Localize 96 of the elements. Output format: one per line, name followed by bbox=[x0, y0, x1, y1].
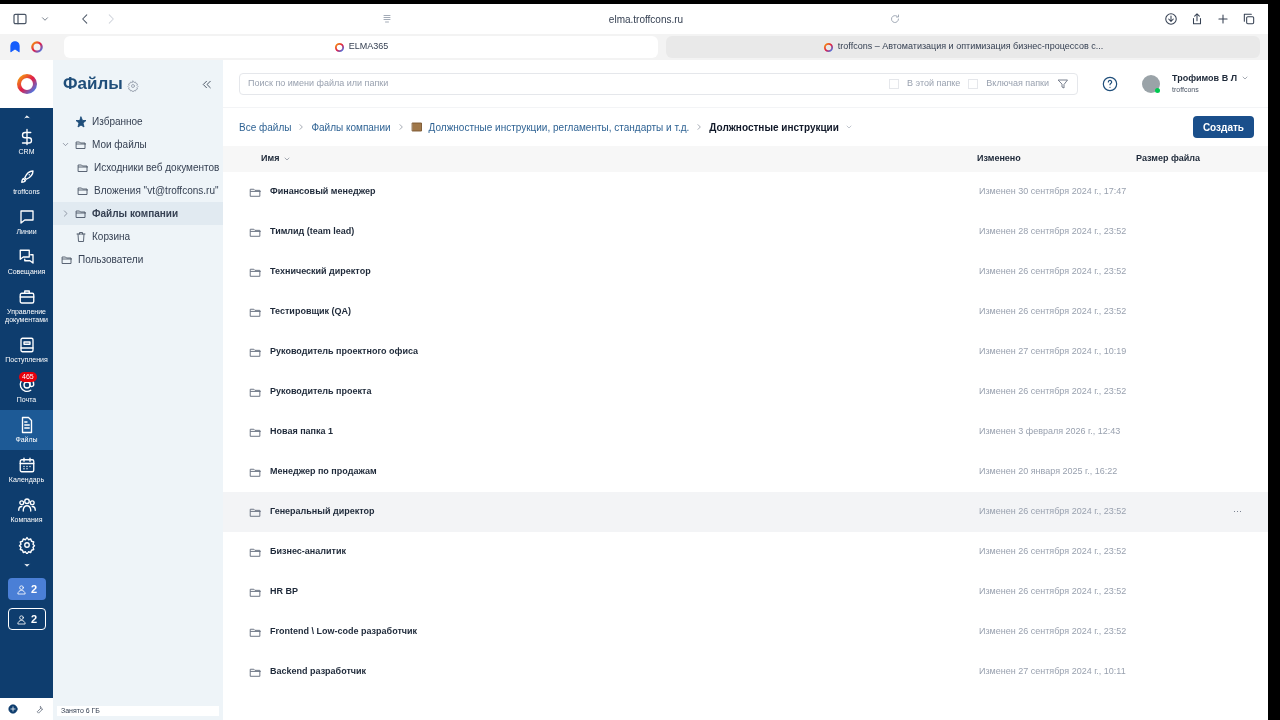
star-icon bbox=[75, 115, 87, 128]
modified-date: Изменен 26 сентября 2024 г., 23:52 bbox=[979, 585, 1127, 599]
avatar[interactable] bbox=[1142, 74, 1160, 93]
tree-item[interactable]: Вложения "vt@troffcons.ru" bbox=[53, 179, 223, 202]
modified-date: Изменен 26 сентября 2024 г., 23:52 bbox=[979, 385, 1127, 399]
logo-icon bbox=[333, 41, 345, 53]
chevron-right-icon bbox=[297, 123, 306, 131]
modified-date: Изменен 26 сентября 2024 г., 23:52 bbox=[979, 505, 1127, 519]
folder-icon bbox=[75, 207, 87, 220]
checkbox-label: В этой папке bbox=[907, 76, 961, 90]
folder-name[interactable]: Руководитель проектного офиса bbox=[270, 345, 419, 359]
share-icon[interactable] bbox=[1190, 12, 1204, 26]
reload-icon[interactable] bbox=[889, 13, 902, 25]
folder-icon bbox=[61, 253, 73, 266]
briefcase-icon bbox=[17, 288, 36, 306]
tree-item[interactable]: Избранное bbox=[53, 110, 223, 133]
modified-date: Изменен 28 сентября 2024 г., 23:52 bbox=[979, 225, 1127, 239]
chats-icon bbox=[17, 248, 36, 266]
settings-icon[interactable] bbox=[126, 80, 139, 92]
add-icon[interactable] bbox=[8, 704, 18, 714]
folder-icon bbox=[77, 161, 89, 174]
sidebar-icon[interactable] bbox=[12, 11, 28, 27]
app-logo-icon[interactable] bbox=[14, 72, 39, 96]
chat-icon bbox=[17, 208, 36, 226]
folder-name[interactable]: Финансовый менеджер bbox=[270, 185, 376, 199]
folder-icon bbox=[75, 138, 87, 151]
folder-name[interactable]: Менеджер по продажам bbox=[270, 465, 377, 479]
reader-icon[interactable] bbox=[380, 13, 393, 25]
folder-name[interactable]: Тестировщик (QA) bbox=[270, 305, 352, 319]
new-tab-icon[interactable] bbox=[1216, 12, 1230, 26]
search-field[interactable]: Поиск по имени файла или папки bbox=[248, 76, 882, 91]
logo-icon bbox=[822, 41, 834, 53]
calendar-icon bbox=[17, 456, 36, 474]
modified-date: Изменен 26 сентября 2024 г., 23:52 bbox=[979, 305, 1127, 319]
user-icon bbox=[15, 583, 27, 595]
browser-tab[interactable]: ELMA365 bbox=[64, 36, 658, 58]
user-icon bbox=[15, 613, 27, 625]
create-button[interactable]: Создать bbox=[1192, 116, 1254, 138]
modified-date: Изменен 30 сентября 2024 г., 17:47 bbox=[979, 185, 1127, 199]
column-header[interactable]: Изменено bbox=[977, 152, 1136, 166]
modified-date: Изменен 20 января 2025 г., 16:22 bbox=[979, 465, 1118, 479]
breadcrumb-link[interactable]: Все файлы bbox=[239, 119, 292, 135]
checkbox[interactable] bbox=[889, 78, 900, 89]
help-icon[interactable] bbox=[1102, 75, 1118, 92]
settings-icon bbox=[17, 536, 36, 554]
filter-icon[interactable] bbox=[1057, 77, 1069, 90]
user-counter-button[interactable]: 2 bbox=[7, 608, 46, 630]
breadcrumb-link[interactable]: Должностные инструкции, регламенты, стандарты и т.д. bbox=[428, 119, 690, 135]
column-header[interactable]: Имя bbox=[261, 152, 280, 166]
tabs-icon[interactable] bbox=[1242, 12, 1256, 26]
folder-name[interactable]: Новая папка 1 bbox=[270, 425, 334, 439]
inbox-icon bbox=[17, 336, 36, 354]
chevron-down-icon[interactable] bbox=[61, 140, 70, 149]
breadcrumb-link[interactable]: Должностные инструкции bbox=[709, 119, 839, 135]
page-title: Файлы bbox=[63, 73, 123, 96]
trash-icon bbox=[75, 230, 87, 243]
folder-name[interactable]: Генеральный директор bbox=[270, 505, 375, 519]
folder-name[interactable]: Тимлид (team lead) bbox=[270, 225, 355, 239]
column-header[interactable]: Размер файла bbox=[1136, 152, 1201, 166]
folder-icon bbox=[77, 184, 89, 197]
address-field[interactable]: elma.troffcons.ru bbox=[608, 11, 684, 27]
folder-name[interactable]: Технический директор bbox=[270, 265, 371, 279]
wrench-icon[interactable] bbox=[34, 703, 45, 715]
folder-name[interactable]: Руководитель проекта bbox=[270, 385, 372, 399]
tree-item[interactable]: Корзина bbox=[53, 225, 223, 248]
download-icon[interactable] bbox=[1164, 12, 1178, 26]
modified-date: Изменен 26 сентября 2024 г., 23:52 bbox=[979, 545, 1127, 559]
table-row[interactable]: Генеральный директор Изменен 26 сентября 2024 г., 23:52 ··· bbox=[223, 492, 1268, 532]
chevron-right-icon bbox=[396, 123, 405, 131]
folder-name[interactable]: Backend разработчик bbox=[270, 665, 367, 679]
modified-date: Изменен 26 сентября 2024 г., 23:52 bbox=[979, 625, 1127, 639]
user-counter-button[interactable]: 2 bbox=[7, 578, 46, 600]
folder-name[interactable]: Бизнес-аналитик bbox=[270, 545, 346, 559]
checkbox[interactable] bbox=[968, 78, 979, 89]
tree-item[interactable]: Пользователи bbox=[53, 248, 223, 271]
modified-date: Изменен 3 февраля 2026 г., 12:43 bbox=[979, 425, 1121, 439]
tree-item[interactable]: Файлы компании bbox=[53, 202, 223, 225]
people-icon bbox=[17, 496, 36, 514]
modified-date: Изменен 26 сентября 2024 г., 23:52 bbox=[979, 265, 1127, 279]
pinned-tab-icon[interactable] bbox=[8, 40, 22, 54]
modified-date: Изменен 27 сентября 2024 г., 10:19 bbox=[979, 345, 1127, 359]
tree-item[interactable]: Мои файлы bbox=[53, 133, 223, 156]
modified-date: Изменен 27 сентября 2024 г., 10:11 bbox=[979, 665, 1126, 679]
breadcrumb-link[interactable]: Файлы компании bbox=[311, 119, 391, 135]
chevron-down-icon[interactable] bbox=[40, 14, 50, 24]
checkbox-label: Включая папки bbox=[986, 76, 1049, 90]
tree-item[interactable]: Исходники веб документов bbox=[53, 156, 223, 179]
folder-name[interactable]: HR BP bbox=[270, 585, 298, 599]
browser-tab[interactable]: troffcons – Автоматизация и оптимизация бизнес-процессов с... bbox=[666, 36, 1260, 58]
folder-name[interactable]: Frontend \ Low-code разработчик bbox=[270, 625, 418, 639]
more-button[interactable]: ··· bbox=[1233, 505, 1242, 519]
chevron-right-icon bbox=[695, 123, 704, 131]
book-icon bbox=[410, 121, 423, 133]
pinned-tab-icon[interactable] bbox=[30, 40, 44, 54]
user-name[interactable]: Трофимов В Л bbox=[1172, 71, 1237, 85]
sort-icon[interactable] bbox=[283, 155, 292, 163]
